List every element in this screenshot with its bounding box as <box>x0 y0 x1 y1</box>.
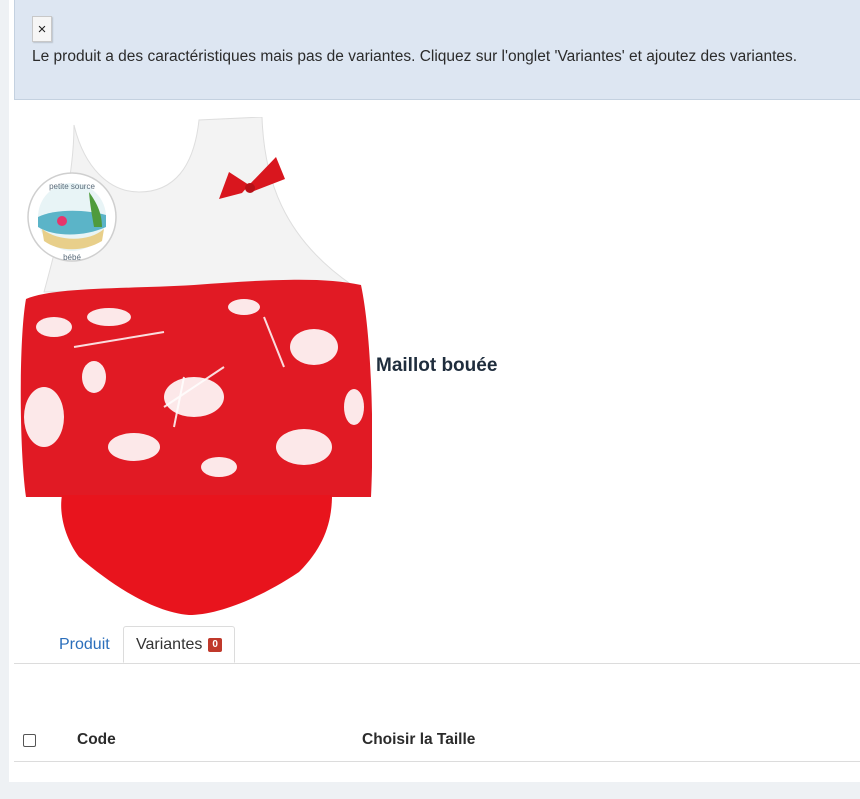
info-alert: × Le produit a des caractéristiques mais… <box>14 0 860 100</box>
variantes-count-badge: 0 <box>208 637 222 652</box>
logo-text-bottom: bébé <box>63 253 81 262</box>
logo-text-top: petite source <box>49 182 95 191</box>
tab-produit[interactable]: Produit <box>59 626 110 663</box>
product-image: petite source bébé <box>20 117 372 615</box>
column-header-taille[interactable]: Choisir la Taille <box>362 731 475 749</box>
close-alert-button[interactable]: × <box>32 16 52 42</box>
tab-produit-label: Produit <box>59 635 110 653</box>
tab-variantes-label: Variantes <box>136 635 203 653</box>
column-header-code[interactable]: Code <box>77 731 116 749</box>
tab-bar: Produit Variantes 0 <box>14 626 860 664</box>
select-all-checkbox[interactable] <box>23 734 36 747</box>
product-title: Maillot bouée <box>376 355 498 376</box>
table-header-row: Code Choisir la Taille <box>14 725 860 762</box>
tab-variantes[interactable]: Variantes 0 <box>123 626 235 663</box>
brand-logo: petite source bébé <box>27 172 117 262</box>
alert-message: Le produit a des caractéristiques mais p… <box>32 48 798 65</box>
